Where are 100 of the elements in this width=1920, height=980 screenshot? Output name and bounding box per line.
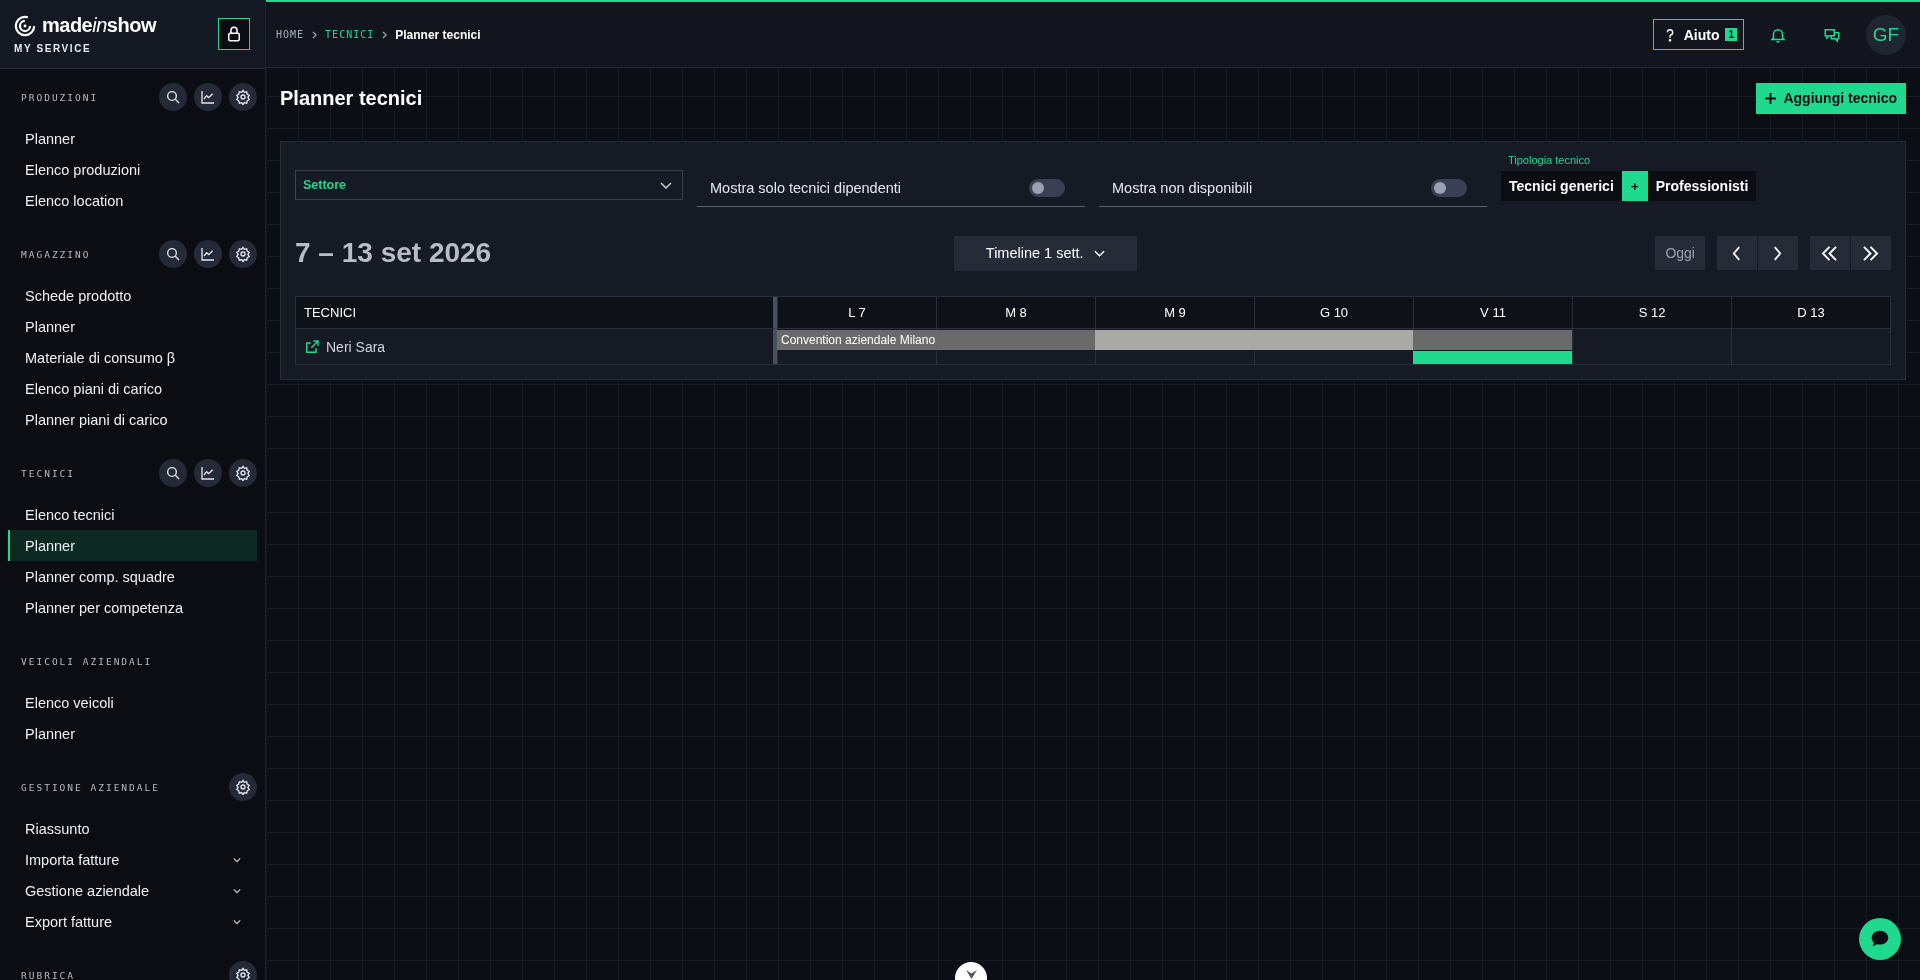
chevron-icon: [660, 181, 672, 189]
user-avatar[interactable]: GF: [1866, 14, 1906, 55]
search-icon: [165, 246, 181, 262]
line-chart-icon: [200, 89, 216, 105]
sidebar-item[interactable]: Planner piani di carico: [8, 404, 257, 435]
line-chart-icon: [200, 465, 216, 481]
today-button[interactable]: Oggi: [1655, 236, 1705, 270]
event-bar[interactable]: Convention aziendale Milano: [777, 330, 1095, 350]
settings-icon: [235, 967, 251, 980]
section-title: VEICOLI AZIENDALI: [21, 655, 153, 667]
column-header: TECNICI: [296, 297, 777, 329]
settings-icon: [235, 246, 251, 262]
sidebar-item[interactable]: Planner: [8, 123, 257, 154]
line-chart-icon: [200, 246, 216, 262]
fast-back-button[interactable]: [1810, 236, 1850, 270]
sidebar-item[interactable]: Elenco piani di carico: [8, 373, 257, 404]
type-option[interactable]: Tecnici generici: [1501, 171, 1622, 201]
double-chevron-right-icon: [1862, 245, 1880, 261]
sidebar-item[interactable]: Planner: [8, 530, 257, 561]
brand-subtitle: MY SERVICE: [14, 43, 93, 54]
search-icon: [165, 465, 181, 481]
settings-icon: [235, 779, 251, 795]
event-label: Convention aziendale Milano: [780, 333, 936, 347]
settings-icon: [235, 89, 251, 105]
sidebar-item[interactable]: Elenco produzioni: [8, 154, 257, 185]
section-title: MAGAZZINO: [21, 248, 91, 260]
add-type-button[interactable]: +: [1621, 171, 1648, 201]
sidebar-item[interactable]: Planner per competenza: [8, 592, 257, 623]
chart-button[interactable]: [194, 459, 222, 487]
external-link-icon: [304, 338, 320, 355]
chevron-icon: [233, 918, 241, 925]
sidebar-item[interactable]: Planner: [8, 718, 257, 749]
chevron-icon: [1093, 249, 1105, 257]
day-header: M 9: [1095, 297, 1254, 329]
settings-button[interactable]: [229, 240, 257, 268]
chevron-down-icon: [965, 970, 977, 979]
logo-icon: [14, 14, 36, 37]
lock-icon: [225, 25, 243, 43]
search-button[interactable]: [159, 83, 187, 111]
settings-button[interactable]: [229, 773, 257, 801]
lock-button[interactable]: [218, 18, 250, 50]
plus-icon: [1765, 92, 1777, 104]
search-button[interactable]: [159, 459, 187, 487]
day-header: V 11: [1413, 297, 1572, 329]
toggle-switch[interactable]: [1431, 178, 1467, 197]
sidebar-item[interactable]: Schede prodotto: [8, 280, 257, 311]
section-title: GESTIONE AZIENDALE: [21, 781, 160, 793]
sidebar-item[interactable]: Elenco tecnici: [8, 499, 257, 530]
breadcrumb-current: Planner tecnici: [395, 27, 481, 42]
search-icon: [165, 89, 181, 105]
day-header: M 8: [936, 297, 1095, 329]
search-button[interactable]: [159, 240, 187, 268]
settings-button[interactable]: [229, 459, 257, 487]
day-header: G 10: [1254, 297, 1413, 329]
sector-select[interactable]: Settore: [295, 170, 683, 200]
chart-button[interactable]: [194, 83, 222, 111]
help-label: Aiuto: [1683, 26, 1720, 43]
brand-name: madeinshow: [42, 14, 156, 37]
next-button[interactable]: [1758, 236, 1798, 270]
chevron-left-icon: [1732, 245, 1742, 261]
sidebar-item[interactable]: Materiale di consumo β: [8, 342, 257, 373]
technician-name[interactable]: Neri Sara: [326, 338, 386, 355]
add-technician-button[interactable]: Aggiungi tecnico: [1756, 82, 1906, 114]
chat-button[interactable]: [1859, 918, 1901, 960]
sidebar-item[interactable]: Elenco veicoli: [8, 687, 257, 718]
day-header: D 13: [1731, 297, 1890, 329]
sidebar-item[interactable]: Export fatture: [8, 906, 257, 937]
toggle-switch[interactable]: [1029, 178, 1065, 197]
chevron-right-icon: [1773, 245, 1783, 261]
day-header: S 12: [1572, 297, 1731, 329]
breadcrumb-link[interactable]: TECNICI: [325, 29, 375, 40]
type-label: Tipologia tecnico: [1507, 154, 1592, 166]
fast-forward-button[interactable]: [1851, 236, 1891, 270]
double-chevron-left-icon: [1821, 245, 1839, 261]
toggle-label: Mostra non disponibili: [1112, 179, 1253, 196]
sidebar-item[interactable]: Gestione aziendale: [8, 875, 257, 906]
section-title: RUBRICA: [21, 969, 76, 980]
chevron-icon: [233, 856, 241, 863]
chevron-icon: [233, 887, 241, 894]
sidebar-item[interactable]: Planner comp. squadre: [8, 561, 257, 592]
breadcrumb-link[interactable]: HOME: [276, 29, 305, 40]
day-header: L 7: [777, 297, 936, 329]
chevron-icon: [312, 30, 318, 39]
sidebar-item[interactable]: Importa fatture: [8, 844, 257, 875]
sidebar-item[interactable]: Riassunto: [8, 813, 257, 844]
sidebar-item[interactable]: Planner: [8, 311, 257, 342]
type-option[interactable]: Professionisti: [1647, 171, 1757, 201]
help-badge: 1: [1725, 28, 1737, 41]
section-title: PRODUZIONI: [21, 91, 99, 103]
sidebar-item[interactable]: Elenco location: [8, 185, 257, 216]
toggle-label: Mostra solo tecnici dipendenti: [710, 179, 902, 196]
chart-button[interactable]: [194, 240, 222, 268]
help-button[interactable]: Aiuto 1: [1652, 19, 1744, 50]
settings-icon: [235, 465, 251, 481]
section-title: TECNICI: [21, 467, 76, 479]
view-select[interactable]: Timeline 1 sett.: [953, 235, 1137, 271]
page-title: Planner tecnici: [280, 86, 423, 110]
settings-button[interactable]: [229, 83, 257, 111]
date-range: 7 – 13 set 2026: [295, 237, 493, 269]
previous-button[interactable]: [1717, 236, 1757, 270]
